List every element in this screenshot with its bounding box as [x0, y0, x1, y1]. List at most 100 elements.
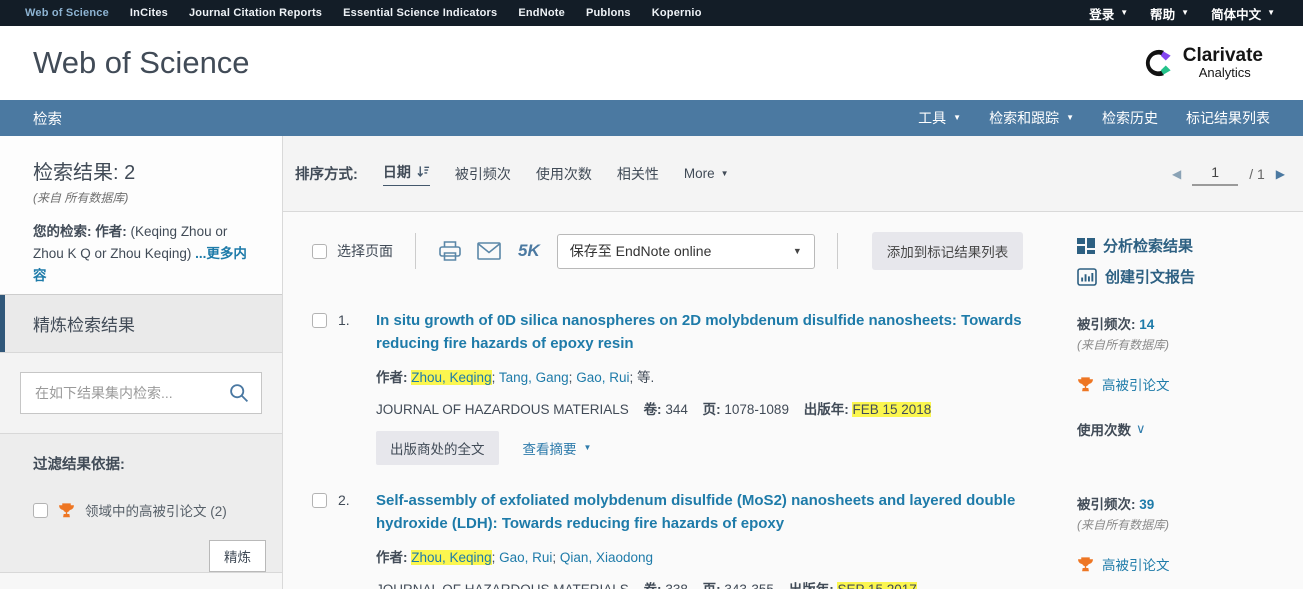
results-count-value: 2 — [124, 162, 135, 184]
save-to-endnote-value: 保存至 EndNote online — [570, 241, 712, 261]
times-cited-label: 被引频次: — [1077, 317, 1136, 332]
times-cited-count[interactable]: 14 — [1139, 317, 1154, 332]
highly-cited-link[interactable]: 高被引论文 — [1077, 554, 1285, 574]
pages-label: 页: — [703, 402, 721, 417]
result-source-line: JOURNAL OF HAZARDOUS MATERIALS 卷: 344 页:… — [376, 400, 1031, 420]
times-cited: 被引频次: 39 — [1077, 493, 1285, 513]
printer-icon — [438, 240, 462, 262]
analyze-links: 分析检索结果 创建引文报告 — [1055, 232, 1285, 287]
sort-relevance[interactable]: 相关性 — [617, 164, 659, 184]
email-button[interactable] — [477, 242, 501, 260]
author-link[interactable]: Zhou, Keqing — [411, 550, 491, 565]
usage-count-toggle[interactable]: 使用次数 ∨ — [1077, 419, 1285, 439]
result-number: 2. — [327, 492, 376, 589]
language-menu[interactable]: 简体中文▼ — [1211, 4, 1275, 23]
pagination: ◀ 1 / 1 ▶ — [1172, 162, 1285, 186]
sort-descending-icon — [417, 165, 430, 178]
navbar-right: 工具▼ 检索和跟踪▼ 检索历史 标记结果列表 — [918, 108, 1270, 128]
topnav-kopernio[interactable]: Kopernio — [652, 7, 702, 19]
refine-results-title: 精炼检索结果 — [33, 311, 135, 336]
print-button[interactable] — [438, 240, 462, 262]
logo-sub: Analytics — [1199, 66, 1263, 80]
nav-marked-list[interactable]: 标记结果列表 — [1186, 108, 1270, 128]
topnav-endnote[interactable]: EndNote — [518, 7, 565, 19]
sort-usage-count[interactable]: 使用次数 — [536, 164, 592, 184]
topnav-esi[interactable]: Essential Science Indicators — [343, 7, 497, 19]
sort-date[interactable]: 日期 — [383, 162, 430, 186]
product-nav: Web of Science InCites Journal Citation … — [25, 7, 702, 19]
select-page-control[interactable]: 选择页面 — [312, 241, 393, 261]
author-separator: ; — [492, 550, 496, 565]
caret-down-icon: ▼ — [953, 114, 961, 122]
toolbar-divider — [837, 233, 838, 269]
nav-search[interactable]: 检索 — [33, 108, 62, 129]
page-prev-button[interactable]: ◀ — [1172, 167, 1181, 181]
sort-more-menu[interactable]: More ▼ — [684, 166, 729, 181]
result-checkbox[interactable] — [312, 313, 327, 328]
nav-marked-list-label: 标记结果列表 — [1186, 108, 1270, 128]
query-author-label: 作者: — [95, 224, 127, 239]
volume-value: 344 — [665, 402, 688, 417]
page-next-button[interactable]: ▶ — [1276, 167, 1285, 181]
nav-search-history-label: 检索历史 — [1102, 108, 1158, 128]
times-cited-source: (来自所有数据库) — [1077, 516, 1285, 533]
refine-search-input[interactable] — [33, 384, 229, 402]
result-title-link[interactable]: In situ growth of 0D silica nanospheres … — [376, 309, 1031, 356]
topnav-publons[interactable]: Publons — [586, 7, 631, 19]
result-checkbox[interactable] — [312, 493, 327, 508]
volume-label: 卷: — [644, 582, 662, 589]
author-link[interactable]: Zhou, Keqing — [411, 370, 491, 385]
page-number-input[interactable]: 1 — [1192, 162, 1238, 186]
refine-button[interactable]: 精炼 — [209, 540, 266, 572]
nav-search-history[interactable]: 检索历史 — [1102, 108, 1158, 128]
login-menu[interactable]: 登录 ▼ — [1089, 4, 1128, 23]
clarivate-logo-icon — [1144, 48, 1174, 78]
pages-value: 343-355 — [724, 582, 774, 589]
filter-checkbox[interactable] — [33, 503, 48, 518]
sort-times-cited[interactable]: 被引频次 — [455, 164, 511, 184]
select-page-checkbox[interactable] — [312, 244, 327, 259]
filter-highly-cited-option[interactable]: 领域中的高被引论文 (2) — [33, 500, 266, 520]
times-cited-count[interactable]: 39 — [1139, 497, 1154, 512]
topnav-incites[interactable]: InCites — [130, 7, 168, 19]
result-authors-line: 作者: Zhou, Keqing; Gao, Rui; Qian, Xiaodo… — [376, 548, 1031, 568]
nav-searches-alerts-menu[interactable]: 检索和跟踪▼ — [989, 108, 1074, 128]
author-link[interactable]: Gao, Rui — [576, 370, 629, 385]
result-buttons: 出版商处的全文 查看摘要 ▼ — [376, 431, 1031, 465]
add-to-marked-list-button[interactable]: 添加到标记结果列表 — [872, 232, 1024, 270]
help-label: 帮助 — [1150, 4, 1175, 23]
help-menu[interactable]: 帮助▼ — [1150, 4, 1189, 23]
times-cited-source: (来自所有数据库) — [1077, 336, 1285, 353]
caret-down-icon: ▼ — [1120, 9, 1128, 17]
filter-option-label: 领域中的高被引论文 (2) — [85, 500, 227, 520]
clarivate-logo: Clarivate Analytics — [1144, 46, 1263, 80]
user-menus: 登录 ▼ 帮助▼ 简体中文▼ — [1089, 4, 1275, 23]
result-number: 1. — [327, 312, 376, 465]
fulltext-publisher-button[interactable]: 出版商处的全文 — [376, 431, 499, 465]
result-title-link[interactable]: Self-assembly of exfoliated molybdenum d… — [376, 489, 1031, 536]
topnav-jcr[interactable]: Journal Citation Reports — [189, 7, 322, 19]
citation-report-label: 创建引文报告 — [1105, 266, 1195, 287]
author-link[interactable]: Qian, Xiaodong — [560, 550, 653, 565]
save-to-endnote-select[interactable]: 保存至 EndNote online ▼ — [557, 234, 815, 269]
topnav-web-of-science[interactable]: Web of Science — [25, 7, 109, 19]
login-label: 登录 — [1089, 4, 1114, 23]
five-k-export-link[interactable]: 5K — [518, 241, 540, 261]
author-link[interactable]: Gao, Rui — [499, 550, 552, 565]
author-link[interactable]: Tang, Gang — [499, 370, 569, 385]
analyze-results-link[interactable]: 分析检索结果 — [1077, 235, 1285, 256]
toolbar-divider — [415, 233, 416, 269]
caret-down-icon: ▼ — [584, 444, 592, 452]
search-icon[interactable] — [229, 383, 249, 403]
highly-cited-link[interactable]: 高被引论文 — [1077, 374, 1285, 394]
nav-tools-menu[interactable]: 工具▼ — [918, 108, 961, 128]
chevron-down-icon: ∨ — [1136, 421, 1146, 437]
trophy-icon — [1077, 556, 1094, 573]
citation-report-link[interactable]: 创建引文报告 — [1077, 266, 1285, 287]
results-count-label: 检索结果: — [33, 162, 119, 184]
select-page-label: 选择页面 — [337, 241, 393, 261]
author-separator: ; — [569, 370, 573, 385]
filter-section: 过滤结果依据: 领域中的高被引论文 (2) 精炼 — [0, 433, 282, 572]
view-abstract-link[interactable]: 查看摘要 ▼ — [523, 438, 592, 458]
analyze-results-label: 分析检索结果 — [1103, 235, 1193, 256]
